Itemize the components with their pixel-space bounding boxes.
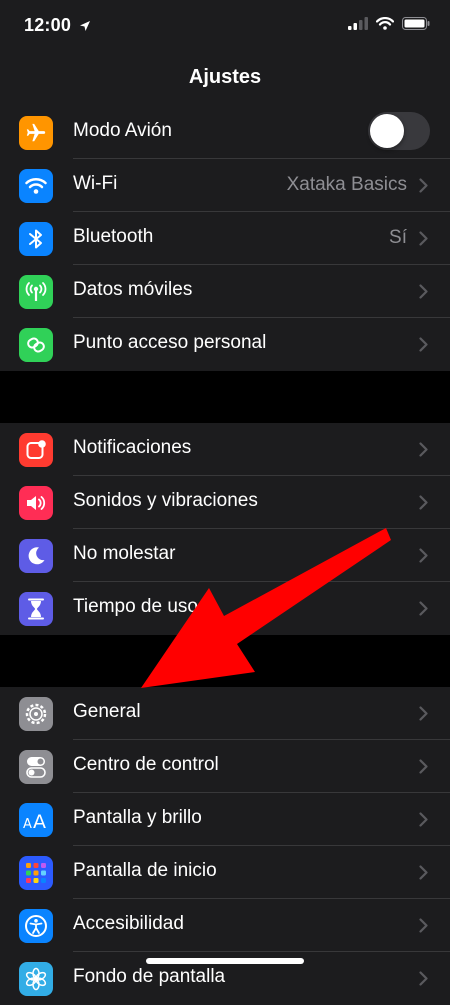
page-title: Ajustes <box>188 66 262 88</box>
settings-list: Modo Avión Wi-Fi Xataka Basics Bluetooth Sí D… <box>0 106 450 1005</box>
svg-text:A: A <box>33 811 46 830</box>
settings-row-general[interactable]: General <box>0 687 450 740</box>
hotspot-icon <box>19 328 53 362</box>
cellular-signal-icon <box>348 17 368 30</box>
location-arrow-icon <box>80 21 90 31</box>
settings-row-bluetooth[interactable]: Bluetooth Sí <box>0 212 450 265</box>
chevron-right-icon <box>419 812 428 832</box>
app-grid-icon <box>19 856 53 890</box>
status-bar: 12:00 <box>0 0 450 56</box>
settings-row-no-molestar[interactable]: No molestar <box>0 529 450 582</box>
chevron-right-icon <box>419 971 428 991</box>
settings-row-notificaciones[interactable]: Notificaciones <box>0 423 450 476</box>
settings-row-label: Datos móviles <box>73 279 193 300</box>
settings-row-label: No molestar <box>73 543 176 564</box>
wifi-status-icon <box>376 17 394 30</box>
flower-icon <box>19 962 53 996</box>
settings-row-label: General <box>73 701 141 722</box>
settings-row-label: Punto acceso personal <box>73 332 267 353</box>
bluetooth-icon <box>19 222 53 256</box>
notifications-icon <box>19 433 53 467</box>
chevron-right-icon <box>419 495 428 515</box>
settings-row-label: Modo Avión <box>73 120 172 141</box>
toggle-knob <box>370 114 404 148</box>
chevron-right-icon <box>419 442 428 462</box>
settings-row-label: Notificaciones <box>73 437 192 458</box>
settings-row-value: Xataka Basics <box>286 174 407 195</box>
status-time: 12:00 <box>24 15 72 35</box>
airplane-icon <box>19 116 53 150</box>
section-spacer <box>0 371 450 423</box>
wifi-icon <box>19 169 53 203</box>
home-indicator[interactable] <box>146 958 304 964</box>
moon-icon <box>19 539 53 573</box>
settings-row-modo-avion[interactable]: Modo Avión <box>0 106 450 159</box>
settings-row-label: Centro de control <box>73 754 219 775</box>
settings-row-accesibilidad[interactable]: Accesibilidad <box>0 899 450 952</box>
settings-row-label: Sonidos y vibraciones <box>73 490 258 511</box>
chevron-right-icon <box>419 865 428 885</box>
settings-row-label: Wi-Fi <box>73 173 118 194</box>
settings-row-pantalla-de-inicio[interactable]: Pantalla de inicio <box>0 846 450 899</box>
settings-row-value: Sí <box>389 227 407 248</box>
chevron-right-icon <box>419 601 428 621</box>
battery-icon <box>402 17 430 30</box>
settings-row-wi-fi[interactable]: Wi-Fi Xataka Basics <box>0 159 450 212</box>
accessibility-icon <box>19 909 53 943</box>
chevron-right-icon <box>419 178 428 198</box>
settings-row-label: Fondo de pantalla <box>73 966 226 987</box>
settings-row-label: Tiempo de uso <box>73 596 198 617</box>
settings-row-label: Bluetooth <box>73 226 154 247</box>
settings-row-label: Accesibilidad <box>73 913 184 934</box>
settings-row-label: Pantalla y brillo <box>73 807 202 828</box>
chevron-right-icon <box>419 706 428 726</box>
settings-row-label: Pantalla de inicio <box>73 860 217 881</box>
settings-row-centro-de-control[interactable]: Centro de control <box>0 740 450 793</box>
text-size-icon: AA <box>19 803 53 837</box>
settings-group: Notificaciones Sonidos y vibraciones No mo… <box>0 423 450 635</box>
chevron-right-icon <box>419 548 428 568</box>
speaker-icon <box>19 486 53 520</box>
settings-row-sonidos-y-vibraciones[interactable]: Sonidos y vibraciones <box>0 476 450 529</box>
settings-row-datos-moviles[interactable]: Datos móviles <box>0 265 450 318</box>
hourglass-icon <box>19 592 53 626</box>
toggles-icon <box>19 750 53 784</box>
svg-text:A: A <box>23 817 32 830</box>
chevron-right-icon <box>419 337 428 357</box>
section-spacer <box>0 635 450 687</box>
chevron-right-icon <box>419 918 428 938</box>
settings-group: Modo Avión Wi-Fi Xataka Basics Bluetooth Sí D… <box>0 106 450 371</box>
navigation-bar: Ajustes <box>0 56 450 106</box>
settings-row-tiempo-de-uso[interactable]: Tiempo de uso <box>0 582 450 635</box>
chevron-right-icon <box>419 759 428 779</box>
airplane-mode-toggle[interactable] <box>368 112 430 150</box>
chevron-right-icon <box>419 231 428 251</box>
settings-row-punto-acceso-personal[interactable]: Punto acceso personal <box>0 318 450 371</box>
antenna-icon <box>19 275 53 309</box>
chevron-right-icon <box>419 284 428 304</box>
gear-icon <box>19 697 53 731</box>
settings-row-pantalla-y-brillo[interactable]: A A Pantalla y brillo <box>0 793 450 846</box>
